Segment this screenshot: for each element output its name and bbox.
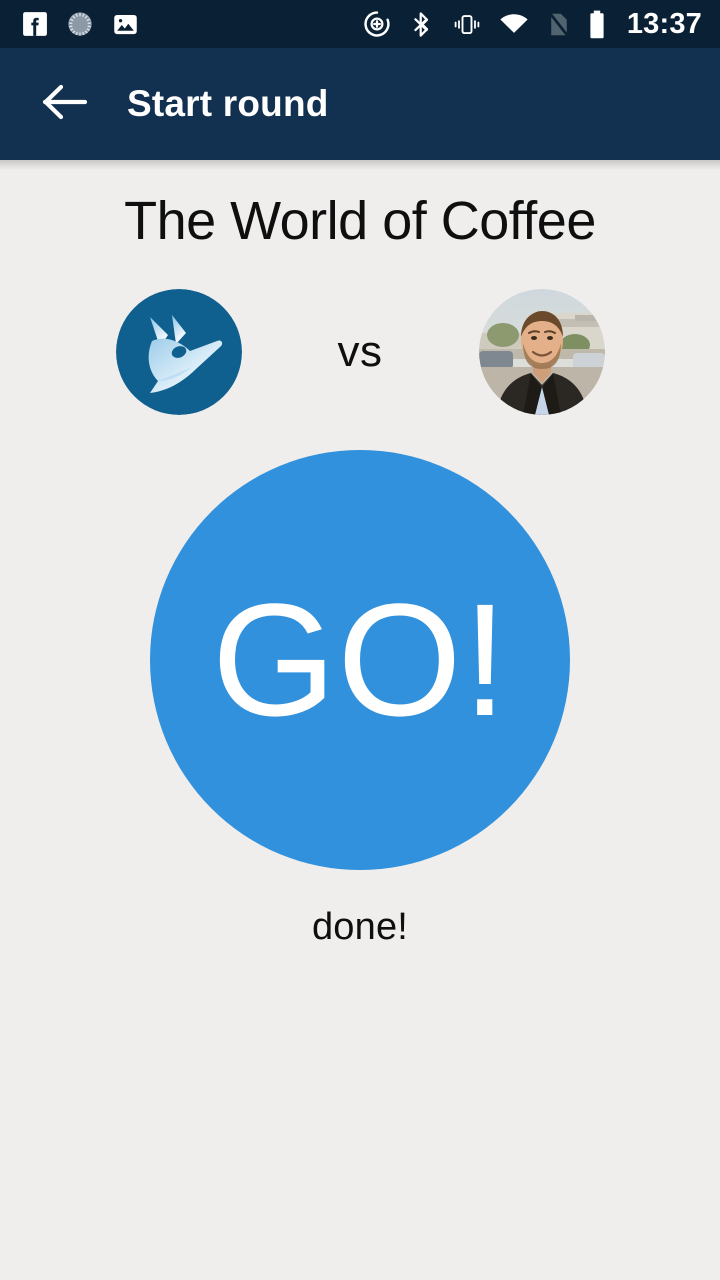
location-add-icon bbox=[363, 10, 391, 38]
app-bar: Start round bbox=[0, 48, 720, 170]
go-button-container: GO! bbox=[0, 450, 720, 870]
status-message: done! bbox=[311, 906, 409, 948]
player-right-avatar[interactable] bbox=[478, 289, 605, 415]
go-button[interactable]: GO! bbox=[150, 450, 570, 870]
status-bar-notifications bbox=[22, 10, 139, 38]
status-bar-system-icons: 13:37 bbox=[363, 8, 702, 41]
versus-label: vs bbox=[337, 327, 383, 376]
wifi-icon bbox=[499, 11, 529, 38]
sync-spinner-icon bbox=[66, 10, 94, 38]
fox-logo-avatar bbox=[115, 289, 242, 415]
page-title: Start round bbox=[127, 83, 329, 124]
facebook-icon bbox=[22, 11, 48, 37]
bluetooth-icon bbox=[408, 11, 435, 38]
photo-portrait-avatar bbox=[478, 289, 605, 415]
arrow-left-icon bbox=[42, 83, 88, 126]
status-bar-clock: 13:37 bbox=[626, 7, 702, 40]
app-screen: 13:37 Start round The World of Coffee vs… bbox=[0, 0, 720, 1280]
battery-icon bbox=[588, 10, 606, 39]
no-sim-icon bbox=[546, 11, 571, 38]
status-bar: 13:37 bbox=[0, 0, 720, 48]
versus-row: vs bbox=[0, 276, 720, 428]
main-content: The World of Coffee vs GO! done! bbox=[0, 160, 720, 1280]
back-button[interactable] bbox=[36, 75, 94, 133]
player-left-avatar[interactable] bbox=[115, 289, 242, 415]
quiz-title: The World of Coffee bbox=[124, 191, 596, 251]
vibrate-icon bbox=[452, 11, 482, 38]
photo-icon bbox=[112, 11, 139, 38]
